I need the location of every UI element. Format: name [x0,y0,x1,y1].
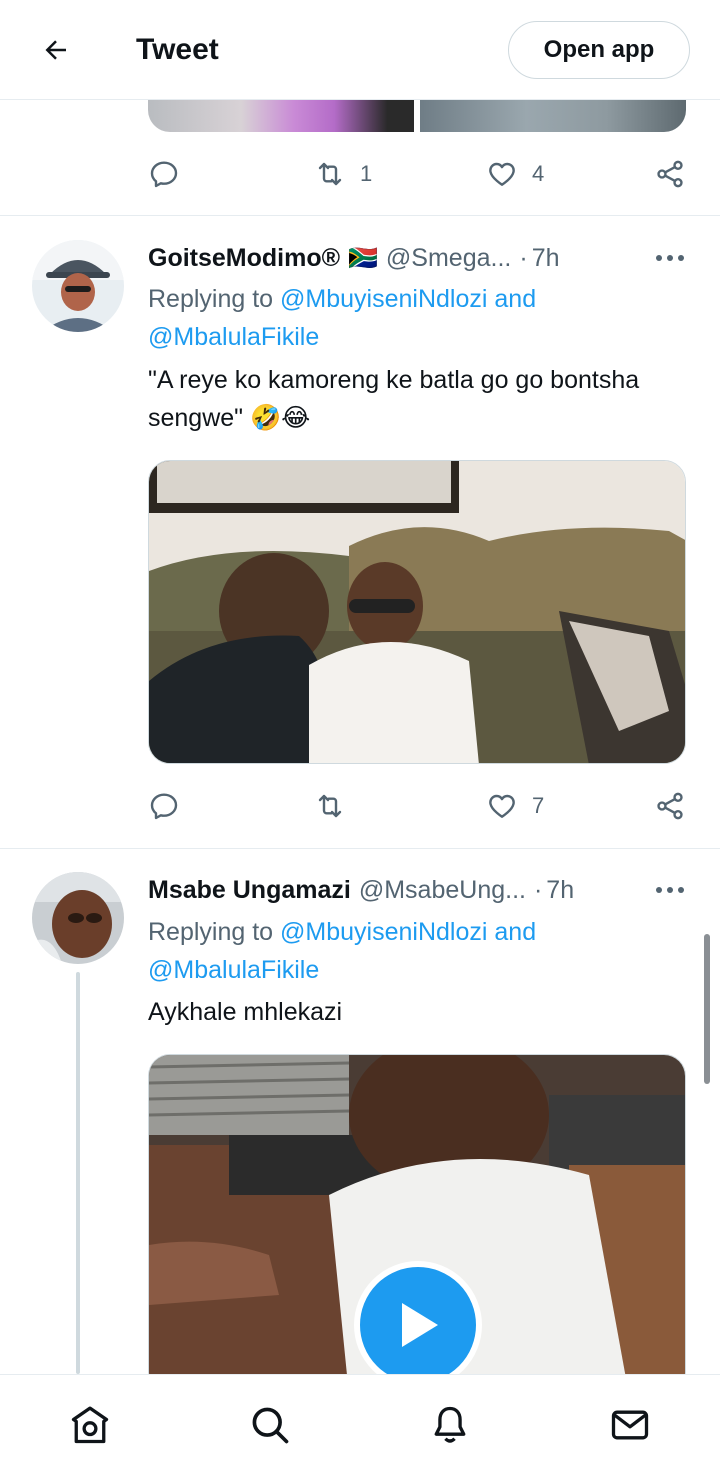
share-button[interactable] [654,144,686,204]
like-count: 4 [532,161,545,186]
like-button[interactable]: 4 [486,144,544,204]
retweet-count: 1 [360,161,373,186]
display-name[interactable]: GoitseModimo® [148,244,340,273]
reply-icon [150,161,178,188]
heart-icon [489,162,515,186]
share-icon [657,792,683,820]
mention-join[interactable]: and [494,285,536,313]
back-button[interactable] [36,30,76,70]
mention-link[interactable]: @MbuyiseniNdlozi [280,285,487,313]
display-name[interactable]: Msabe Ungamazi [148,876,351,905]
open-app-button[interactable]: Open app [508,21,690,79]
arrow-left-icon [45,40,66,60]
reply-icon [150,793,178,820]
nav-messages[interactable] [606,1401,654,1449]
nav-home[interactable] [66,1401,114,1449]
tweet-header: Msabe Ungamazi @MsabeUng... · 7h [148,872,693,908]
nav-search[interactable] [246,1401,294,1449]
avatar[interactable] [32,240,124,332]
mention-link[interactable]: @MbalulaFikile [148,323,319,351]
divider [0,215,720,216]
more-icon [656,255,684,261]
tweet-header: GoitseModimo® 🇿🇦 @Smega... · 7h [148,240,693,276]
tweet-text: Aykhale mhlekazi [148,998,343,1026]
tweet-text: "A reye ko kamoreng ke batla go go bonts… [148,366,640,432]
retweet-button[interactable] [314,776,346,836]
tweet-actions: 7 [0,776,720,836]
username[interactable]: @Smega... [386,244,511,273]
nav-notifications[interactable] [426,1401,474,1449]
mention-join[interactable]: and [494,918,536,946]
media-image [420,100,686,132]
top-bar: Tweet Open app [0,0,720,100]
page-title: Tweet [136,33,219,66]
separator-dot: · [533,875,543,904]
more-options-button[interactable] [652,872,688,908]
previous-tweet-actions: 1 4 [0,144,720,204]
previous-tweet-media[interactable] [148,100,686,132]
play-button[interactable] [354,1261,482,1389]
home-icon [71,1406,109,1444]
notifications-icon [434,1406,466,1443]
reply-button[interactable] [148,144,180,204]
bottom-navigation [0,1374,720,1472]
play-icon [402,1303,438,1347]
retweet-icon [318,794,342,818]
avatar-image [32,240,124,332]
media-image [149,461,685,763]
share-button[interactable] [654,776,686,836]
separator-dot: · [519,243,528,272]
search-icon [252,1407,289,1444]
timestamp[interactable]: 7h [532,244,560,273]
replying-to: Replying to @MbuyiseniNdlozi and @Mbalul… [148,280,688,356]
replying-to: Replying to @MbuyiseniNdlozi and @Mbalul… [148,913,688,989]
retweet-icon [318,162,342,186]
share-icon [657,160,683,188]
divider [0,848,720,849]
tweet-media[interactable] [148,460,686,764]
flag-icon: 🇿🇦 [348,244,378,272]
like-button[interactable]: 7 [486,776,544,836]
mention-link[interactable]: @MbuyiseniNdlozi [280,918,487,946]
replying-prefix: Replying to [148,918,274,946]
avatar[interactable] [32,872,124,964]
timestamp[interactable]: 7h [546,876,574,905]
heart-icon [489,794,515,818]
thread-connector [76,972,80,1374]
more-options-button[interactable] [652,240,688,276]
retweet-button[interactable]: 1 [314,144,372,204]
like-count: 7 [532,793,545,818]
username[interactable]: @MsabeUng... [359,876,526,905]
reply-button[interactable] [148,776,180,836]
replying-prefix: Replying to [148,285,274,313]
scrollbar[interactable] [704,934,710,1084]
more-icon [656,887,684,893]
mention-link[interactable]: @MbalulaFikile [148,956,319,984]
messages-icon [611,1410,649,1440]
media-image [148,100,414,132]
avatar-image [32,872,124,964]
tweet-video[interactable] [148,1054,686,1394]
